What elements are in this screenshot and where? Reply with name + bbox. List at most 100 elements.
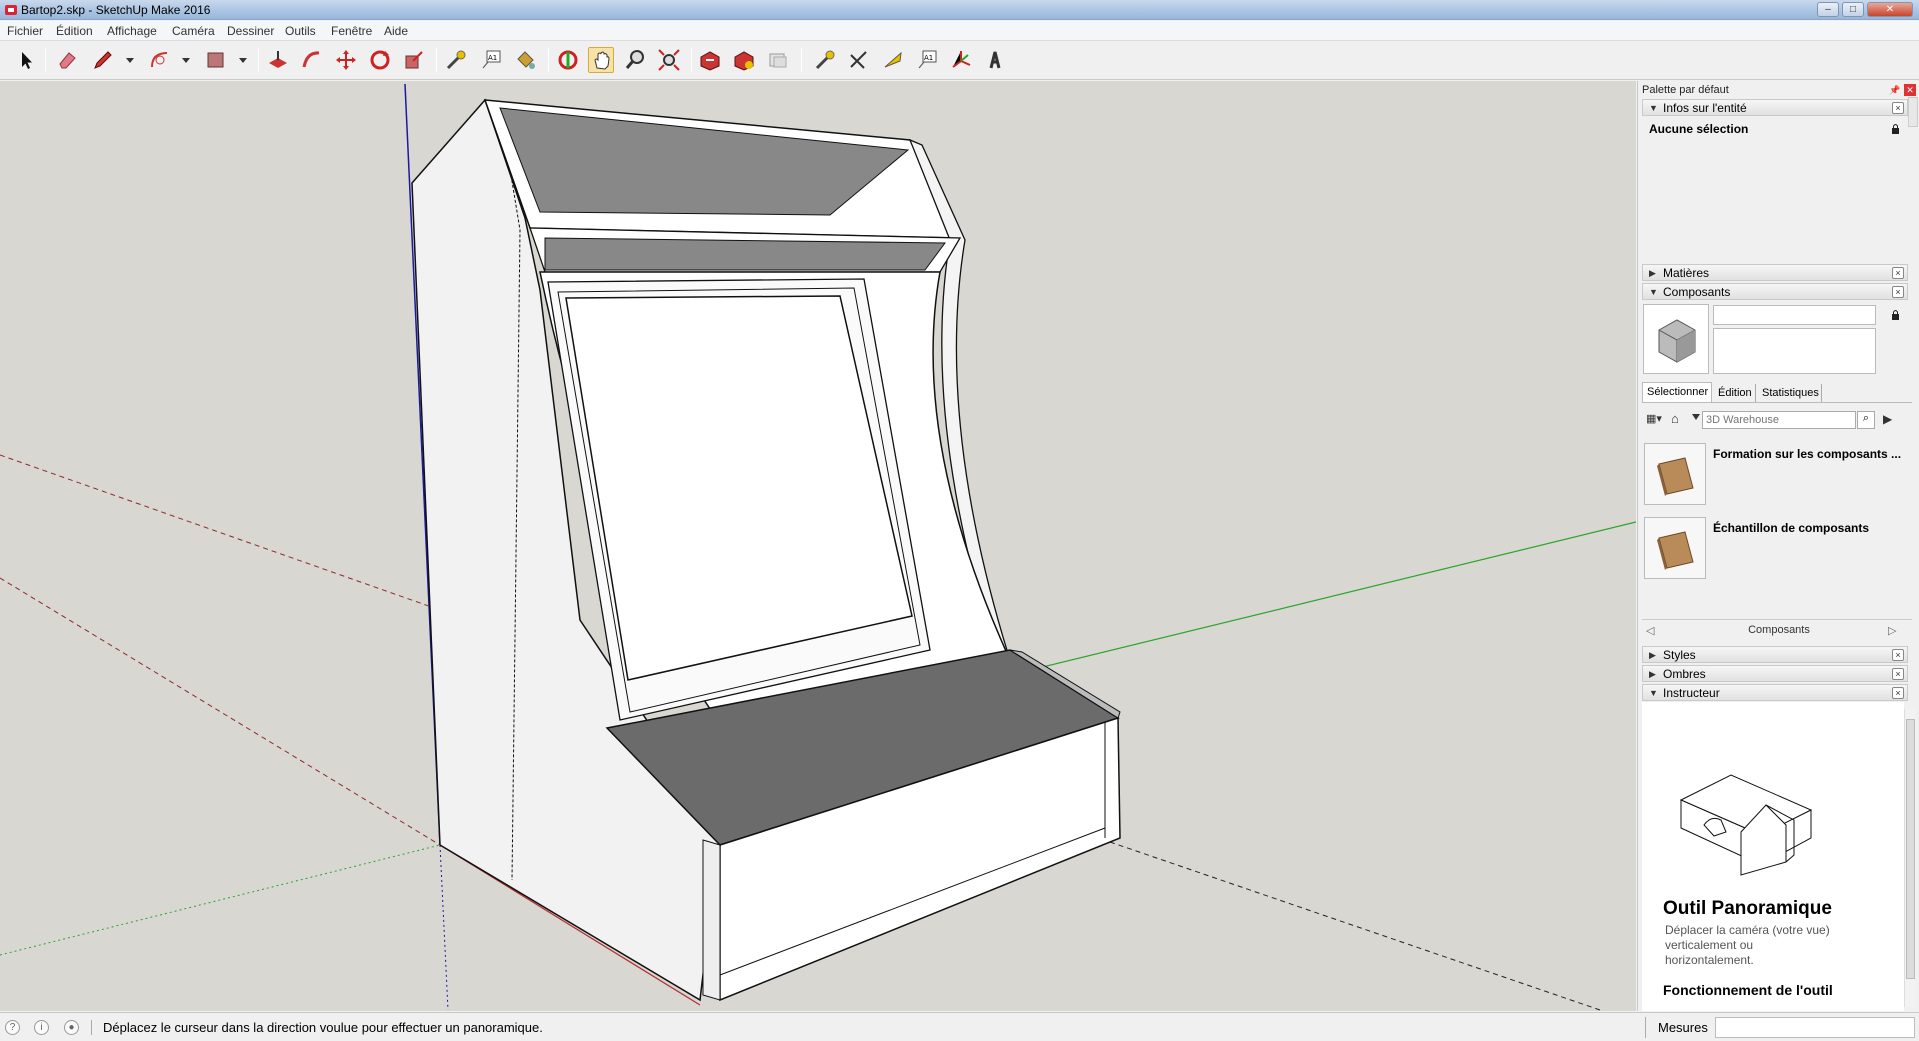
- protractor-tool-icon[interactable]: [880, 47, 906, 73]
- tape-measure-tool-icon-2[interactable]: [812, 47, 838, 73]
- collapse-triangle-icon: ▼: [1649, 287, 1658, 297]
- instructor-content: Outil Panoramique Déplacer la caméra (vo…: [1642, 702, 1904, 1011]
- component-item-formation[interactable]: Formation sur les composants ...: [1713, 447, 1903, 461]
- extension-warehouse-icon[interactable]: [731, 47, 757, 73]
- menu-bar: Fichier Édition Affichage Caméra Dessine…: [0, 21, 1919, 41]
- push-pull-tool-icon[interactable]: [265, 47, 291, 73]
- follow-me-tool-icon[interactable]: [299, 47, 325, 73]
- move-tool-icon[interactable]: [333, 47, 359, 73]
- menu-affichage[interactable]: Affichage: [107, 24, 157, 38]
- title-bar: Bartop2.skp - SketchUp Make 2016 – □ ✕: [0, 0, 1919, 20]
- menu-fenetre[interactable]: Fenêtre: [331, 24, 372, 38]
- home-icon[interactable]: ⌂: [1671, 411, 1689, 429]
- default-tray: Palette par défaut 📌 ✕ ▼ Infos sur l'ent…: [1637, 81, 1919, 1011]
- navigate-dropdown-icon[interactable]: [1692, 414, 1700, 420]
- panel-close-icon[interactable]: ×: [1892, 102, 1904, 114]
- dimension-tool-icon[interactable]: [846, 47, 872, 73]
- tab-edition[interactable]: Édition: [1714, 384, 1756, 402]
- menu-aide[interactable]: Aide: [384, 24, 408, 38]
- panel-shadows[interactable]: ▶ Ombres ×: [1642, 665, 1908, 682]
- panel-close-icon[interactable]: ×: [1892, 267, 1904, 279]
- svg-text:A1: A1: [924, 54, 933, 62]
- main-toolbar: A1 A1: [0, 42, 1919, 80]
- folder-icon: [1657, 531, 1694, 570]
- minimize-button[interactable]: –: [1817, 2, 1839, 17]
- tab-selectionner[interactable]: Sélectionner: [1642, 382, 1712, 402]
- expand-triangle-icon: ▶: [1649, 650, 1656, 660]
- expand-triangle-icon: ▶: [1649, 268, 1656, 278]
- tape-measure-tool-icon[interactable]: [443, 47, 469, 73]
- menu-dessiner[interactable]: Dessiner: [227, 24, 274, 38]
- scale-tool-icon[interactable]: [401, 47, 427, 73]
- warehouse-search-input[interactable]: [1702, 411, 1856, 429]
- panel-close-icon[interactable]: ×: [1892, 668, 1904, 680]
- panel-close-icon[interactable]: ×: [1892, 649, 1904, 661]
- text-tool-icon[interactable]: A1: [478, 47, 504, 73]
- rectangle-tool-icon[interactable]: [203, 47, 229, 73]
- component-description-field[interactable]: [1713, 328, 1876, 374]
- components-footer-label: Composants: [1748, 624, 1810, 636]
- 3d-viewport[interactable]: [0, 81, 1636, 1011]
- eraser-tool-icon[interactable]: [54, 47, 80, 73]
- panel-entity-info[interactable]: ▼ Infos sur l'entité ×: [1642, 99, 1908, 116]
- rotate-tool-icon[interactable]: [367, 47, 393, 73]
- maximize-button[interactable]: □: [1842, 2, 1864, 17]
- panel-close-icon[interactable]: ×: [1892, 687, 1904, 699]
- panel-components[interactable]: ▼ Composants ×: [1642, 283, 1908, 300]
- tab-statistiques[interactable]: Statistiques: [1758, 384, 1822, 402]
- pan-illustration: [1679, 774, 1813, 876]
- lock-icon[interactable]: [1891, 123, 1900, 135]
- component-preview: [1643, 304, 1709, 374]
- sketchup-app-icon: [5, 5, 17, 15]
- select-tool-icon[interactable]: [13, 47, 39, 73]
- zoom-tool-icon[interactable]: [622, 47, 648, 73]
- pencil-tool-icon[interactable]: [90, 47, 116, 73]
- menu-camera[interactable]: Caméra: [172, 24, 215, 38]
- zoom-extents-tool-icon[interactable]: [656, 47, 682, 73]
- collapse-triangle-icon: ▼: [1649, 688, 1658, 698]
- info-icon[interactable]: i: [34, 1020, 49, 1035]
- user-account-icon[interactable]: ●: [64, 1020, 79, 1035]
- panel-close-icon[interactable]: ×: [1892, 286, 1904, 298]
- measurements-label: Mesures: [1658, 1020, 1708, 1035]
- status-message: Déplacez le curseur dans la direction vo…: [103, 1020, 543, 1035]
- menu-edition[interactable]: Édition: [56, 24, 93, 38]
- next-arrow-icon[interactable]: ▷: [1888, 624, 1896, 637]
- pan-tool-icon[interactable]: [588, 47, 614, 73]
- layout-send-icon[interactable]: [765, 47, 791, 73]
- forward-arrow-icon[interactable]: ▶: [1883, 412, 1892, 426]
- panel-materials[interactable]: ▶ Matières ×: [1642, 264, 1908, 281]
- arc-tool-icon[interactable]: [147, 47, 173, 73]
- pin-icon[interactable]: 📌: [1889, 85, 1900, 96]
- menu-outils[interactable]: Outils: [285, 24, 316, 38]
- view-options-icon[interactable]: ▦▾: [1646, 412, 1666, 428]
- axes-tool-icon[interactable]: [948, 47, 974, 73]
- details-arrow-icon[interactable]: [1891, 309, 1900, 321]
- search-icon[interactable]: ⌕: [1857, 411, 1875, 429]
- menu-fichier[interactable]: Fichier: [7, 24, 43, 38]
- panel-styles[interactable]: ▶ Styles ×: [1642, 646, 1908, 663]
- warehouse-icon[interactable]: [697, 47, 723, 73]
- paint-bucket-tool-icon[interactable]: [512, 47, 538, 73]
- folder-thumbnail[interactable]: [1644, 443, 1706, 505]
- orbit-tool-icon[interactable]: [555, 47, 581, 73]
- geo-location-icon[interactable]: ?: [5, 1020, 20, 1035]
- component-item-echantillon[interactable]: Échantillon de composants: [1713, 521, 1869, 535]
- panel-instructor[interactable]: ▼ Instructeur ×: [1642, 684, 1908, 701]
- status-bar: ? i ● Déplacez le curseur dans la direct…: [0, 1012, 1919, 1041]
- model-drawing: [0, 83, 1636, 1011]
- instructor-tool-description: Déplacer la caméra (votre vue) verticale…: [1665, 923, 1830, 967]
- tray-close-icon[interactable]: ✕: [1904, 84, 1916, 96]
- collapse-triangle-icon: ▼: [1649, 103, 1658, 113]
- measurements-input[interactable]: [1715, 1017, 1915, 1038]
- instructor-scrollbar[interactable]: [1904, 709, 1916, 1007]
- folder-thumbnail[interactable]: [1644, 517, 1706, 579]
- close-button[interactable]: ✕: [1867, 2, 1913, 17]
- 3d-text-tool-icon[interactable]: [982, 47, 1008, 73]
- component-name-field[interactable]: [1713, 305, 1876, 325]
- tray-scrollbar[interactable]: [1908, 97, 1918, 127]
- svg-text:A1: A1: [488, 54, 497, 62]
- text-label-tool-icon[interactable]: A1: [914, 47, 940, 73]
- instructor-section-heading: Fonctionnement de l'outil: [1663, 982, 1833, 998]
- entity-selection-status: Aucune sélection: [1649, 122, 1749, 136]
